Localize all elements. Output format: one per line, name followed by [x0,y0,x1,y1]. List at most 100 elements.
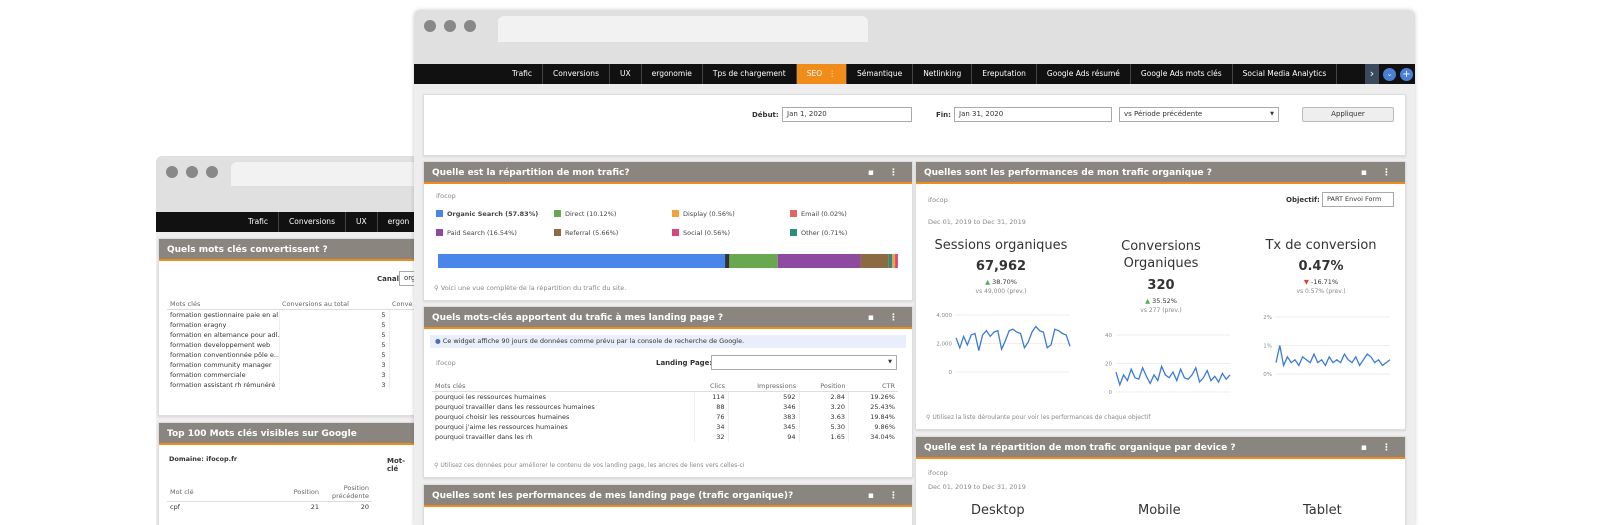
nav-tab[interactable]: Ereputation [972,64,1037,84]
compare-select[interactable]: vs Période précédente ▼ [1119,107,1279,122]
panel-title-text: Quelles sont les performances de mon tra… [924,168,1212,178]
column-header[interactable]: Mots clés [432,381,695,392]
objectif-select[interactable]: PART Envoi Form [1322,192,1394,207]
legend-item[interactable]: Social (0.56%) [672,229,730,237]
column-header[interactable]: Impressions [728,381,800,392]
table-row[interactable]: formation developpement web 5 [167,340,417,350]
extra-cell [389,360,417,370]
bar-segment[interactable] [892,254,896,268]
extra-cell [389,340,417,350]
table-row[interactable]: pourquoi travailler dans les ressources … [432,402,898,412]
bar-segment[interactable] [888,254,893,268]
legend-item[interactable]: Display (0.56%) [672,210,735,218]
panel-menu-icons[interactable]: ▪ ⋮ [868,485,904,507]
legend-item[interactable]: Direct (10.12%) [554,210,616,218]
chevron-down-icon[interactable]: ⌄ [1383,67,1396,81]
kpi-value: 0.47% [1298,259,1344,274]
table-cell: 19.26% [848,391,898,402]
start-date-input[interactable]: Jan 1, 2020 [782,107,912,122]
apply-button[interactable]: Appliquer [1302,107,1394,122]
nav-tab[interactable]: SEO ⋮ [796,64,847,84]
table-row[interactable]: formation eragny 5 [167,320,417,330]
back-browser-chrome [156,156,418,212]
table-row[interactable]: formation en alternance pour adl... 5 [167,330,417,340]
nav-tab[interactable]: Conversions [543,64,610,84]
table-row[interactable]: formation conventionnée pôle e... 5 [167,350,417,360]
nav-tab[interactable]: Google Ads mots clés [1131,64,1233,84]
end-date-input[interactable]: Jan 31, 2020 [954,107,1112,122]
traffic-breakdown-panel: Quelle est la répartition de mon trafic?… [423,161,913,301]
panel-menu-icons[interactable]: ▪ ⋮ [1361,437,1397,459]
nav-tab[interactable]: Google Ads résumé [1037,64,1131,84]
kpi-previous: vs 277 (prev.) [1140,307,1182,314]
panel-menu-icons[interactable]: ▪ ⋮ [1361,162,1397,184]
table-row[interactable]: formation commerciale 3 [167,370,417,380]
window-dot[interactable] [186,166,198,178]
conversions-cell: 3 [279,380,390,390]
panel-menu-icons[interactable]: ▪ ⋮ [868,162,904,184]
window-dot[interactable] [206,166,218,178]
table-cell: 88 [694,402,729,412]
panel-menu-icons[interactable]: ▪ ⋮ [868,307,904,329]
back-nav-item[interactable]: ergon [378,212,418,232]
nav-tab[interactable]: Sémantique [847,64,914,84]
landing-note: ⚲ Utilisez ces données pour améliorer le… [434,462,744,469]
kpi-delta: ▲ 38.70% [921,278,1081,286]
legend-item[interactable]: Paid Search (16.54%) [436,229,517,237]
landing-page-select[interactable]: ▼ [711,355,897,370]
table-row[interactable]: formation community manager 3 [167,360,417,370]
series-line[interactable] [1115,364,1231,387]
bar-segment[interactable] [895,254,898,268]
sessions-line-chart: 0 2,000 4,000 [936,313,1071,376]
nav-tab[interactable]: UX [610,64,642,84]
series-line[interactable] [955,325,1071,352]
nav-tab[interactable]: Trafic [502,64,544,84]
table-row[interactable]: formation assistant rh rémunéré 3 [167,380,417,390]
panel-title: Top 100 Mots clés visibles sur Google [159,423,415,445]
kpi-previous: vs 0.57% (prev.) [1296,288,1346,295]
bar-segment[interactable] [438,254,728,268]
add-icon[interactable]: + [1400,67,1413,81]
window-dot[interactable] [444,20,456,32]
position-cell: 21 [310,503,319,511]
panel-title-text: Quelle est la répartition de mon trafic … [924,443,1236,453]
window-dot[interactable] [424,20,436,32]
back-nav-item[interactable]: UX [346,212,378,232]
browser-tab[interactable] [231,162,418,186]
bar-segment[interactable] [777,254,861,268]
table-cell: 3.63 [798,412,849,422]
series-line[interactable] [1275,345,1391,368]
column-header[interactable]: CTR [848,381,898,392]
nav-tab[interactable]: Social Media Analytics [1233,64,1338,84]
table-row[interactable]: pourquoi j'aime les ressources humaines 3… [432,422,898,432]
kpi-delta: ▼ -16.71% [1241,278,1401,286]
traffic-note: ⚲ Voici une vue complète de la répartiti… [434,284,626,292]
table-row[interactable]: formation gestionnaire paie en al... 5 [167,309,417,320]
chevron-right-icon[interactable]: › [1365,64,1379,84]
column-header[interactable]: Clics [694,381,729,392]
window-dot[interactable] [464,20,476,32]
nav-tab[interactable]: Tps de chargement [703,64,797,84]
more-icon[interactable]: ⋮ [826,69,836,78]
table-cell: 76 [694,412,729,422]
legend-item[interactable]: Email (0.02%) [790,210,847,218]
back-nav-item[interactable]: Trafic [238,212,280,232]
table-row[interactable]: pourquoi les ressources humaines 114 592 2.… [432,391,898,402]
back-nav-item[interactable]: Conversions [279,212,346,232]
legend-item[interactable]: Other (0.71%) [790,229,847,237]
legend-item[interactable]: Organic Search (57.83%) [436,210,538,218]
browser-tab[interactable] [498,16,868,42]
bar-segment[interactable] [860,254,889,268]
bar-segment[interactable] [727,254,778,268]
keyword-cell: formation assistant rh rémunéré [167,380,280,390]
nav-tab[interactable]: Netlinking [913,64,973,84]
keyword-cell: formation conventionnée pôle e... [167,350,280,360]
table-row[interactable]: pourquoi travailler dans les rh 32 94 1.65 3… [432,432,898,442]
table-row[interactable]: cpf 21 20 [167,502,372,513]
column-header[interactable]: Position [799,381,849,392]
legend-item[interactable]: Referral (5.66%) [554,229,618,237]
window-dot[interactable] [166,166,178,178]
dropdown-arrow-icon: ▼ [1270,111,1274,117]
nav-tab[interactable]: ergonomie [642,64,703,84]
table-row[interactable]: pourquoi choisir les ressources humaines… [432,412,898,422]
